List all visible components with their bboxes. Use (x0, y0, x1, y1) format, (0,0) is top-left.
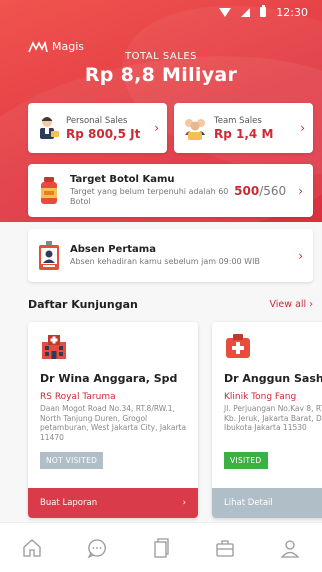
wifi-icon (219, 7, 232, 17)
document-icon[interactable] (150, 537, 172, 559)
clinic-icon (226, 334, 250, 358)
team-sales-label: Team Sales (214, 115, 262, 126)
personal-sales-card[interactable]: Personal Sales Rp 800,5 Jt › (28, 103, 167, 153)
home-screen: 12:30 Magis TOTAL SALES Rp 8,8 Miliyar P… (0, 0, 322, 572)
view-all-link[interactable]: View all › (270, 299, 314, 310)
briefcase-icon[interactable] (214, 537, 236, 559)
doctor-name: Dr Wina Anggara, Spd (40, 372, 178, 385)
profile-icon[interactable] (279, 537, 301, 559)
target-title: Target Botol Kamu (70, 174, 175, 185)
status-badge: VISITED (224, 452, 268, 469)
view-detail-button[interactable]: Lihat Detail (212, 488, 322, 518)
chevron-right-icon: › (298, 183, 303, 198)
view-detail-label: Lihat Detail (224, 498, 273, 508)
create-report-button[interactable]: Buat Laporan › (28, 488, 198, 518)
signal-icon (241, 7, 251, 17)
visit-card[interactable]: Dr Wina Anggara, Spd RS Royal Taruma Daa… (28, 322, 198, 518)
target-card[interactable]: Target Botol Kamu Target yang belum terp… (28, 164, 313, 217)
status-badge: NOT VISITED (40, 452, 104, 469)
target-total: /560 (259, 183, 287, 198)
team-sales-value: Rp 1,4 M (214, 126, 274, 141)
chevron-right-icon: › (300, 121, 305, 135)
personal-sales-label: Personal Sales (66, 115, 128, 126)
chevron-right-icon: › (298, 248, 303, 263)
visits-section-title: Daftar Kunjungan (28, 298, 138, 311)
chevron-right-icon: › (182, 498, 186, 508)
team-sales-icon (185, 119, 205, 140)
team-sales-card[interactable]: Team Sales Rp 1,4 M › (174, 103, 313, 153)
visit-place: RS Royal Taruma (40, 392, 116, 402)
status-time: 12:30 (276, 5, 308, 19)
visit-card[interactable]: Dr Anggun Sashir Klinik Tong Fang Jl. Pe… (212, 322, 322, 518)
battery-icon (260, 5, 267, 17)
attendance-subtitle: Absen kehadiran kamu sebelum jam 09:00 W… (70, 257, 260, 266)
chevron-right-icon: › (154, 121, 159, 135)
create-report-label: Buat Laporan (40, 498, 98, 508)
attendance-title: Absen Pertama (70, 244, 156, 255)
target-progress: 500/560 (234, 184, 286, 198)
personal-sales-value: Rp 800,5 Jt (66, 126, 141, 141)
visit-address: Daan Mogot Road No.34, RT.8/RW.1, North … (40, 404, 187, 442)
visits-section-header: Daftar Kunjungan View all › (28, 298, 313, 311)
total-sales-label: TOTAL SALES (124, 51, 197, 62)
visit-address: Jl. Perjuangan No.Kav 8, RT.14/RW.10, Kb… (224, 404, 322, 432)
status-bar: 12:30 (0, 0, 322, 24)
visit-place: Klinik Tong Fang (224, 392, 297, 402)
home-icon[interactable] (21, 537, 43, 559)
total-sales-value: Rp 8,8 Miliyar (84, 64, 238, 86)
personal-sales-icon (40, 117, 59, 139)
target-achieved: 500 (234, 183, 260, 198)
bottom-nav (0, 522, 322, 572)
target-subtitle: Target yang belum terpenuhi adalah 60 Bo… (70, 187, 229, 206)
bottle-icon (41, 176, 57, 204)
hospital-icon (42, 335, 66, 359)
doctor-name: Dr Anggun Sashir (224, 372, 322, 385)
attendance-card[interactable]: Absen Pertama Absen kehadiran kamu sebel… (28, 229, 313, 282)
id-badge-icon (39, 240, 59, 270)
chat-icon[interactable] (86, 537, 108, 559)
